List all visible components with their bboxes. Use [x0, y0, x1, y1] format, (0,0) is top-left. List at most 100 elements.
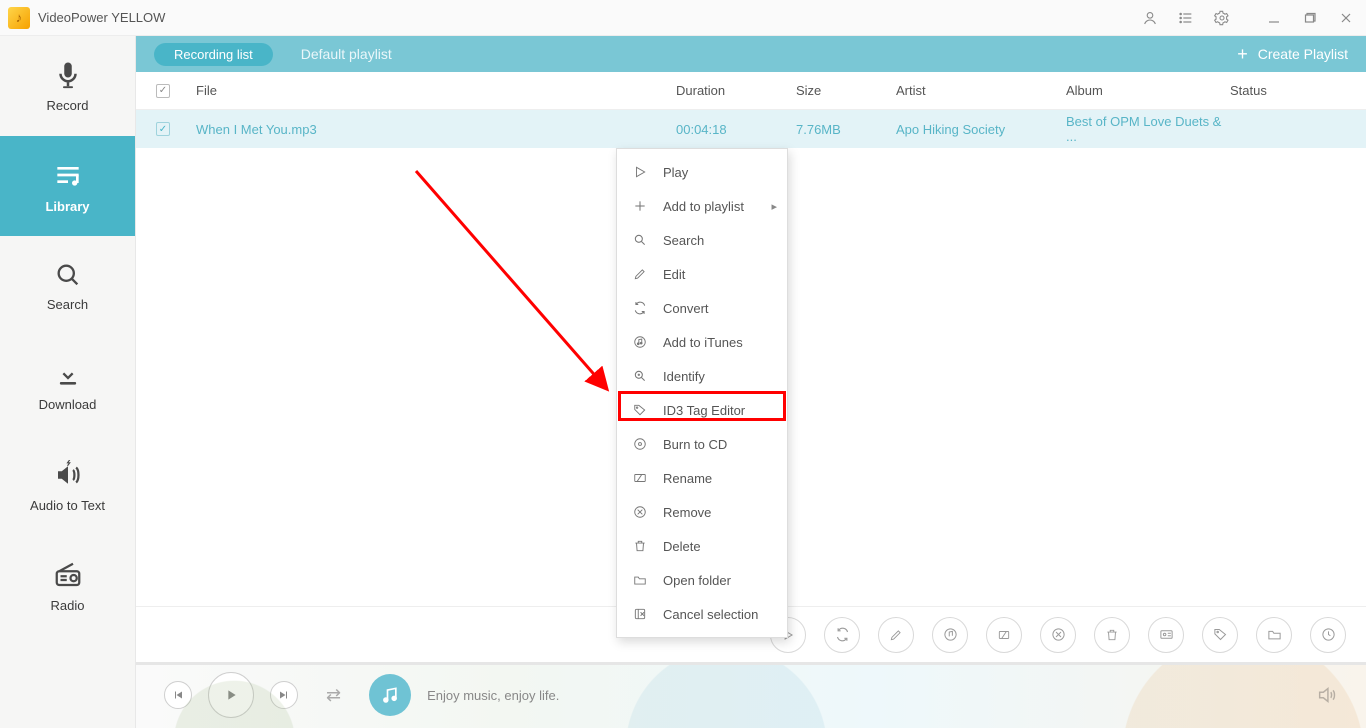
settings-icon[interactable]: [1206, 4, 1238, 32]
title-bar-right: [1134, 4, 1362, 32]
next-track-icon[interactable]: [270, 681, 298, 709]
tab-default-playlist[interactable]: Default playlist: [301, 46, 392, 62]
now-playing-art-icon: [369, 674, 411, 716]
ctx-open-folder[interactable]: Open folder: [617, 563, 787, 597]
itunes-icon: [631, 335, 649, 349]
context-menu: Play Add to playlist Search Edit Convert: [616, 148, 788, 638]
ctx-add-to-playlist[interactable]: Add to playlist: [617, 189, 787, 223]
ctx-label: Open folder: [663, 573, 731, 588]
download-icon: [54, 361, 82, 389]
identify-icon: [631, 369, 649, 383]
search-icon: [54, 261, 82, 289]
action-tag-icon[interactable]: [1202, 617, 1238, 653]
sidebar-item-record[interactable]: Record: [0, 36, 135, 136]
volume-icon[interactable]: [1316, 684, 1338, 706]
sidebar-item-download[interactable]: Download: [0, 336, 135, 436]
ctx-play[interactable]: Play: [617, 155, 787, 189]
trash-icon: [631, 539, 649, 553]
header-checkbox[interactable]: ✓: [156, 84, 196, 98]
action-itunes-icon[interactable]: [932, 617, 968, 653]
player-controls: [164, 672, 298, 718]
audio-to-text-icon: [53, 460, 83, 490]
col-file[interactable]: File: [196, 83, 676, 98]
sidebar-item-label: Library: [45, 199, 89, 214]
list-icon[interactable]: [1170, 4, 1202, 32]
sidebar-item-audio-to-text[interactable]: Audio to Text: [0, 436, 135, 536]
mic-icon: [53, 60, 83, 90]
ctx-convert[interactable]: Convert: [617, 291, 787, 325]
account-icon[interactable]: [1134, 4, 1166, 32]
sidebar-item-label: Search: [47, 297, 88, 312]
action-remove-icon[interactable]: [1040, 617, 1076, 653]
action-folder-icon[interactable]: [1256, 617, 1292, 653]
ctx-label: ID3 Tag Editor: [663, 403, 745, 418]
table-row[interactable]: ✓ When I Met You.mp3 00:04:18 7.76MB Apo…: [136, 110, 1366, 148]
disc-icon: [631, 437, 649, 451]
action-id-card-icon[interactable]: [1148, 617, 1184, 653]
action-rename-icon[interactable]: [986, 617, 1022, 653]
create-playlist-label: Create Playlist: [1258, 46, 1348, 62]
window-maximize-icon[interactable]: [1294, 4, 1326, 32]
window-close-icon[interactable]: [1330, 4, 1362, 32]
cell-album: Best of OPM Love Duets & ...: [1066, 114, 1230, 144]
play-icon: [631, 165, 649, 179]
annotation-arrow-icon: [396, 166, 636, 426]
top-tab-bar: Recording list Default playlist + Create…: [136, 36, 1366, 72]
ctx-add-to-itunes[interactable]: Add to iTunes: [617, 325, 787, 359]
progress-bar[interactable]: [136, 662, 1366, 665]
rename-icon: [631, 471, 649, 485]
tab-recording-list[interactable]: Recording list: [154, 43, 273, 66]
ctx-label: Remove: [663, 505, 711, 520]
create-playlist-button[interactable]: + Create Playlist: [1237, 45, 1348, 63]
ctx-label: Add to playlist: [663, 199, 744, 214]
col-artist[interactable]: Artist: [896, 83, 1066, 98]
ctx-label: Play: [663, 165, 688, 180]
window-minimize-icon[interactable]: [1258, 4, 1290, 32]
ctx-label: Delete: [663, 539, 701, 554]
plus-icon: [631, 199, 649, 213]
cell-size: 7.76MB: [796, 122, 896, 137]
shuffle-icon[interactable]: ⇄: [326, 685, 341, 706]
sidebar-item-label: Radio: [51, 598, 85, 613]
col-duration[interactable]: Duration: [676, 83, 796, 98]
main-area: Recording list Default playlist + Create…: [136, 36, 1366, 728]
app-logo-icon: ♪: [8, 7, 30, 29]
sidebar-item-label: Audio to Text: [30, 498, 105, 513]
ctx-edit[interactable]: Edit: [617, 257, 787, 291]
prev-track-icon[interactable]: [164, 681, 192, 709]
ctx-label: Cancel selection: [663, 607, 758, 622]
sidebar-item-radio[interactable]: Radio: [0, 536, 135, 636]
col-size[interactable]: Size: [796, 83, 896, 98]
title-bar: ♪ VideoPower YELLOW: [0, 0, 1366, 36]
ctx-burn-to-cd[interactable]: Burn to CD: [617, 427, 787, 461]
title-bar-left: ♪ VideoPower YELLOW: [8, 7, 165, 29]
play-pause-icon[interactable]: [208, 672, 254, 718]
sidebar-item-label: Download: [39, 397, 97, 412]
plus-icon: +: [1237, 45, 1248, 63]
sidebar-item-label: Record: [47, 98, 89, 113]
row-checkbox[interactable]: ✓: [156, 122, 196, 136]
app-title: VideoPower YELLOW: [38, 10, 165, 25]
ctx-delete[interactable]: Delete: [617, 529, 787, 563]
ctx-id3-tag-editor[interactable]: ID3 Tag Editor: [617, 393, 787, 427]
col-status[interactable]: Status: [1230, 83, 1366, 98]
tabs: Recording list Default playlist: [154, 43, 392, 66]
action-edit-icon[interactable]: [878, 617, 914, 653]
player-bar: ⇄ Enjoy music, enjoy life.: [136, 662, 1366, 728]
ctx-cancel-selection[interactable]: Cancel selection: [617, 597, 787, 631]
ctx-identify[interactable]: Identify: [617, 359, 787, 393]
col-album[interactable]: Album: [1066, 83, 1230, 98]
content-canvas: Play Add to playlist Search Edit Convert: [136, 148, 1366, 606]
action-convert-icon[interactable]: [824, 617, 860, 653]
action-history-icon[interactable]: [1310, 617, 1346, 653]
sidebar-item-search[interactable]: Search: [0, 236, 135, 336]
ctx-search[interactable]: Search: [617, 223, 787, 257]
remove-icon: [631, 505, 649, 519]
tag-icon: [631, 403, 649, 417]
ctx-rename[interactable]: Rename: [617, 461, 787, 495]
cell-duration: 00:04:18: [676, 122, 796, 137]
action-delete-icon[interactable]: [1094, 617, 1130, 653]
app-shell: Record Library Search Download Audio to …: [0, 36, 1366, 728]
ctx-remove[interactable]: Remove: [617, 495, 787, 529]
sidebar-item-library[interactable]: Library: [0, 136, 135, 236]
